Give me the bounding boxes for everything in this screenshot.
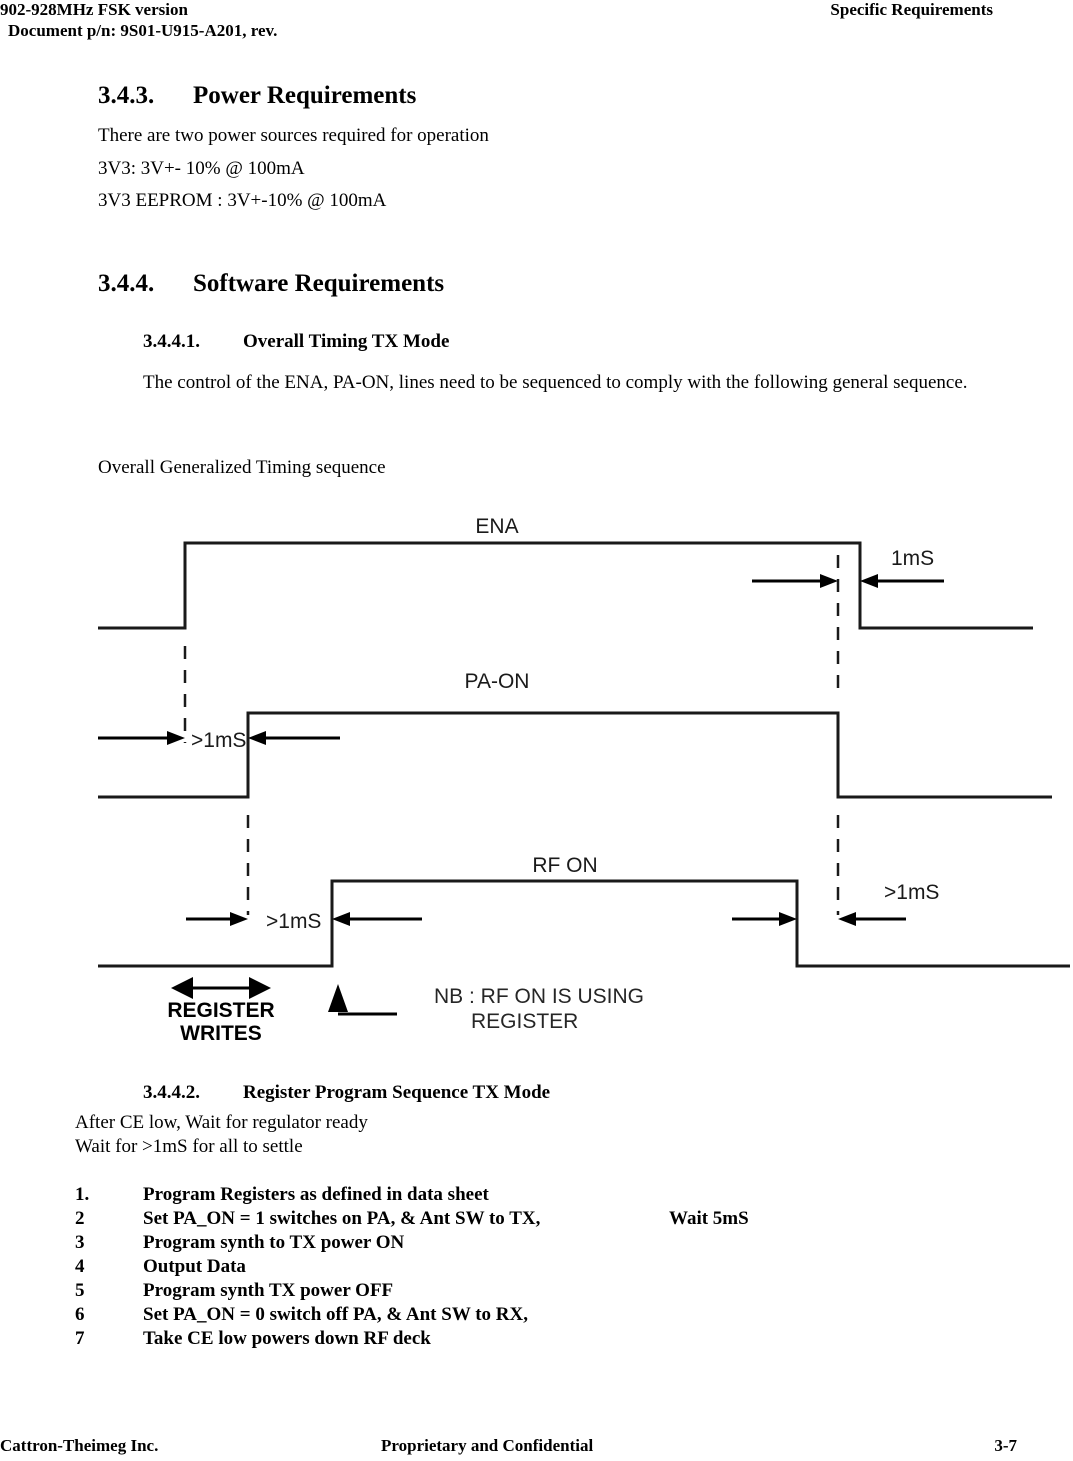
list-item-number: 2 [75,1208,85,1229]
list-item: 5 Program synth TX power OFF [75,1280,975,1304]
list-item-number: 4 [75,1256,85,1277]
legend-register-writes-line2: WRITES [180,1022,262,1045]
header-product-title: 902-928MHz FSK version [0,0,188,19]
list-item-text: Program synth TX power OFF [143,1280,394,1301]
register-sequence-preamble-2: Wait for >1mS for all to settle [75,1136,303,1157]
annotation-ena-fall: 1mS [752,547,944,588]
power-supply-3v3: 3V3: 3V+- 10% @ 100mA [98,158,305,179]
list-item-number: 6 [75,1304,85,1325]
header-section-title: Specific Requirements [830,0,993,19]
legend-note-line2: REGISTER [471,1010,578,1033]
header-document-number: Document p/n: 9S01-U915-A201, rev. [8,21,278,40]
list-item: 7 Take CE low powers down RF deck [75,1328,975,1352]
heading-overall-timing-title: Overall Timing TX Mode [243,331,450,352]
register-sequence-preamble-1: After CE low, Wait for regulator ready [75,1112,368,1133]
waveform-label-rf-on: RF ON [532,854,597,877]
heading-overall-timing-number: 3.4.4.1. [143,331,200,352]
waveform-pa-on [98,711,1052,799]
list-item: 1. Program Registers as defined in data … [75,1184,975,1208]
legend-register-writes-line1: REGISTER [167,999,274,1022]
heading-register-sequence-title: Register Program Sequence TX Mode [243,1082,551,1103]
power-intro-text: There are two power sources required for… [98,125,489,146]
annotation-label-ena-fall: 1mS [891,547,934,570]
footer-company-name: Cattron-Theimeg Inc. [0,1436,159,1455]
list-item-text: Program Registers as defined in data she… [143,1184,489,1205]
list-item-number: 1. [75,1184,90,1205]
footer-confidentiality-notice: Proprietary and Confidential [381,1436,594,1455]
footer-page-number: 3-7 [994,1436,1017,1455]
list-item-text: Set PA_ON = 0 switch off PA, & Ant SW to… [143,1304,529,1325]
power-supply-eeprom: 3V3 EEPROM : 3V+-10% @ 100mA [98,190,387,211]
list-item-text: Set PA_ON = 1 switches on PA, & Ant SW t… [143,1208,541,1229]
heading-power-title: Power Requirements [193,82,417,109]
heading-software-title: Software Requirements [193,270,445,297]
list-item: 6 Set PA_ON = 0 switch off PA, & Ant SW … [75,1304,975,1328]
list-item-number: 5 [75,1280,85,1301]
list-item-text: Program synth to TX power ON [143,1232,405,1253]
page-footer: Cattron-Theimeg Inc. Proprietary and Con… [0,1436,1073,1461]
timing-diagram-caption: Overall Generalized Timing sequence [98,457,386,478]
annotation-rf-on-fall: >1mS [732,881,939,926]
list-item: 4 Output Data [75,1256,975,1280]
annotation-pa-on-rise: >1mS [98,729,340,752]
register-sequence-list: 1. Program Registers as defined in data … [75,1184,975,1352]
annotation-label-pa-on-rise: >1mS [191,729,246,752]
list-item-note: Wait 5mS [669,1208,749,1229]
waveform-label-ena: ENA [475,515,518,538]
waveform-label-pa-on: PA-ON [465,670,530,693]
overall-timing-diagram: ENA 1mS PA-ON >1mS RF ON >1mS >1mS REGIS… [0,495,1073,1055]
annotation-rf-on-rise: >1mS [186,910,422,933]
legend-rf-on-note: NB : RF ON IS USING REGISTER [328,984,644,1033]
annotation-label-rf-on-rise: >1mS [266,910,321,933]
heading-software-number: 3.4.4. [98,270,155,297]
page-header: 902-928MHz FSK version Document p/n: 9S0… [0,0,1073,46]
list-item: 2 Set PA_ON = 1 switches on PA, & Ant SW… [75,1208,975,1232]
heading-register-sequence-number: 3.4.4.2. [143,1082,200,1103]
overall-timing-paragraph: The control of the ENA, PA-ON, lines nee… [143,372,968,393]
heading-software-requirements: 3.4.4. Software Requirements [98,270,444,298]
list-item: 3 Program synth to TX power ON [75,1232,975,1256]
list-item-number: 7 [75,1328,85,1349]
heading-power-number: 3.4.3. [98,82,155,109]
annotation-label-rf-on-fall: >1mS [884,881,939,904]
heading-power-requirements: 3.4.3. Power Requirements [98,82,416,110]
list-item-text: Output Data [143,1256,246,1277]
list-item-text: Take CE low powers down RF deck [143,1328,431,1349]
heading-register-sequence: 3.4.4.2. Register Program Sequence TX Mod… [143,1082,550,1104]
legend-register-writes: REGISTER WRITES [167,977,275,1045]
list-item-number: 3 [75,1232,85,1253]
legend-note-line1: NB : RF ON IS USING [434,985,644,1008]
heading-overall-timing: 3.4.4.1. Overall Timing TX Mode [143,331,449,353]
